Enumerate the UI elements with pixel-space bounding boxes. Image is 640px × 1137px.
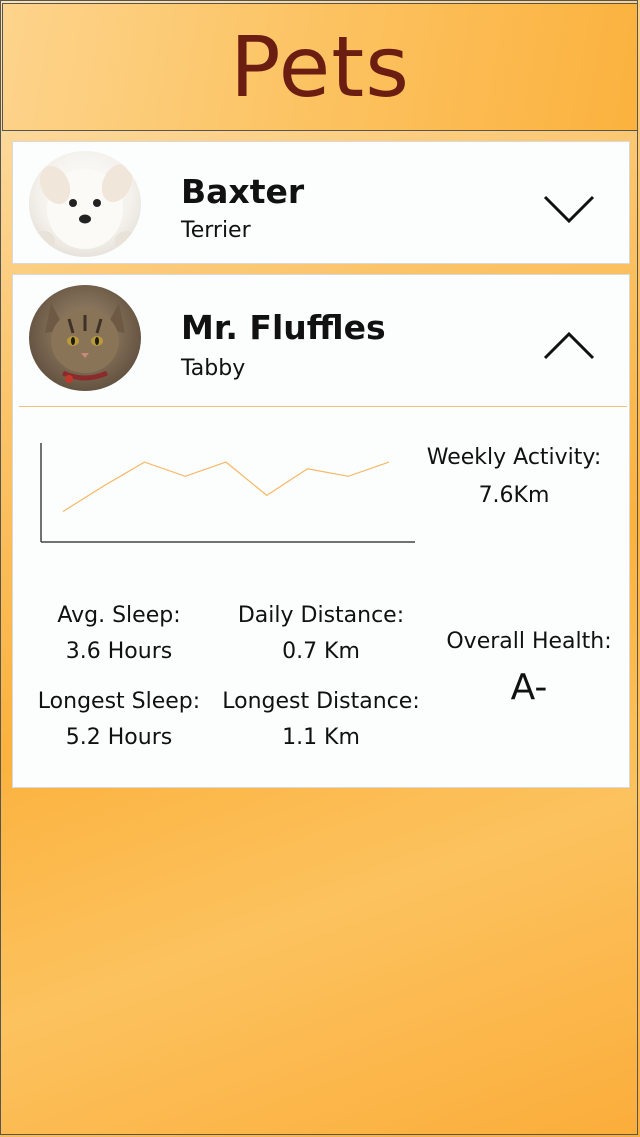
weekly-activity-value: 7.6Km: [478, 483, 550, 508]
avg-sleep-value: 3.6 Hours: [65, 639, 173, 664]
cat-avatar: [29, 285, 141, 391]
weekly-activity-chart: [40, 443, 415, 543]
weekly-activity-label: Weekly Activity:: [426, 445, 602, 470]
cat-photo-icon: [45, 303, 125, 383]
chevron-up-icon[interactable]: [543, 331, 595, 361]
chevron-down-icon[interactable]: [543, 194, 595, 224]
pet-name: Mr. Fluffles: [181, 308, 386, 347]
pet-breed: Terrier: [181, 218, 251, 243]
avg-sleep-label: Avg. Sleep:: [57, 603, 181, 628]
app-header: Pets: [2, 3, 638, 131]
pet-name: Baxter: [181, 172, 305, 211]
longest-sleep-label: Longest Sleep:: [37, 689, 201, 714]
daily-distance-label: Daily Distance:: [237, 603, 405, 628]
pet-breed: Tabby: [181, 356, 246, 381]
pet-card-mr-fluffles[interactable]: Mr. Fluffles Tabby Weekly Activity: 7.6K…: [12, 274, 630, 788]
details-divider: [19, 406, 627, 407]
daily-distance-value: 0.7 Km: [282, 639, 360, 664]
longest-distance-label: Longest Distance:: [222, 689, 420, 714]
dog-photo-icon: [31, 163, 139, 251]
chart-series-line: [62, 461, 390, 513]
longest-distance-value: 1.1 Km: [282, 725, 360, 750]
overall-health-label: Overall Health:: [446, 629, 612, 654]
dog-avatar: [29, 151, 141, 257]
overall-health-grade: A-: [510, 667, 548, 708]
longest-sleep-value: 5.2 Hours: [65, 725, 173, 750]
page-title: Pets: [229, 18, 411, 116]
pet-card-baxter[interactable]: Baxter Terrier: [12, 141, 630, 264]
